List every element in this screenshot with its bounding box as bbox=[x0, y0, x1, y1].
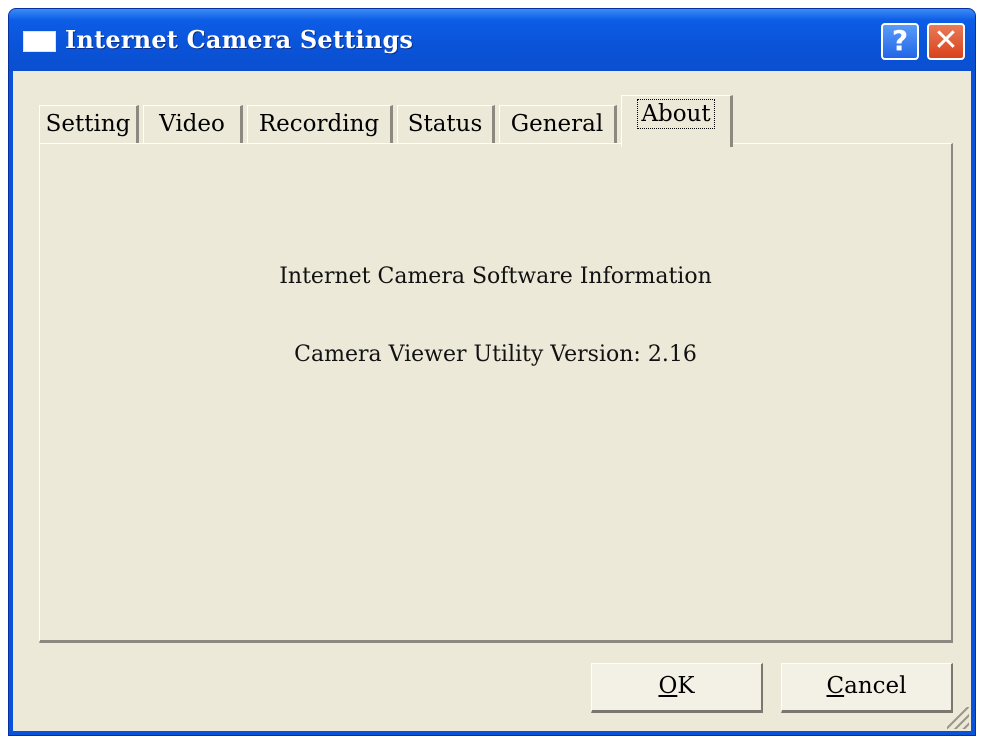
tab-label: About bbox=[637, 99, 715, 129]
tab-label: Setting bbox=[45, 111, 131, 137]
tab-setting[interactable]: Setting bbox=[39, 105, 139, 145]
window-title: Internet Camera Settings bbox=[65, 25, 414, 54]
close-button[interactable]: ✕ bbox=[927, 23, 965, 60]
resize-grip-icon[interactable] bbox=[947, 707, 969, 729]
version-text: Camera Viewer Utility Version: 2.16 bbox=[294, 342, 697, 367]
tab-recording[interactable]: Recording bbox=[247, 105, 393, 145]
cancel-accelerator: C bbox=[826, 673, 845, 699]
tab-label: General bbox=[510, 111, 604, 137]
about-tab-panel: Internet Camera Software Information Cam… bbox=[39, 143, 953, 643]
tab-general[interactable]: General bbox=[499, 105, 617, 145]
ok-label-rest: K bbox=[677, 673, 695, 699]
cancel-label-rest: ancel bbox=[844, 673, 907, 699]
tab-label: Status bbox=[407, 111, 483, 137]
ok-accelerator: O bbox=[658, 673, 678, 699]
ok-button[interactable]: OK bbox=[591, 663, 763, 713]
dialog-client-area: Setting Video Recording Status General A… bbox=[13, 71, 971, 731]
tab-video[interactable]: Video bbox=[143, 105, 243, 145]
help-icon: ? bbox=[891, 24, 909, 57]
help-button[interactable]: ? bbox=[881, 23, 919, 60]
title-bar[interactable]: Internet Camera Settings ? ✕ bbox=[9, 9, 975, 71]
software-info-heading: Internet Camera Software Information bbox=[279, 264, 712, 289]
tab-label: Video bbox=[159, 111, 225, 137]
tab-label: Recording bbox=[258, 111, 380, 137]
close-icon: ✕ bbox=[933, 23, 959, 58]
settings-dialog-window: Internet Camera Settings ? ✕ Setting Vid… bbox=[8, 8, 976, 736]
window-icon bbox=[23, 31, 56, 52]
tab-about[interactable]: About bbox=[621, 95, 733, 147]
tab-status[interactable]: Status bbox=[397, 105, 495, 145]
cancel-button[interactable]: Cancel bbox=[781, 663, 953, 713]
tab-strip: Setting Video Recording Status General A… bbox=[39, 95, 919, 147]
